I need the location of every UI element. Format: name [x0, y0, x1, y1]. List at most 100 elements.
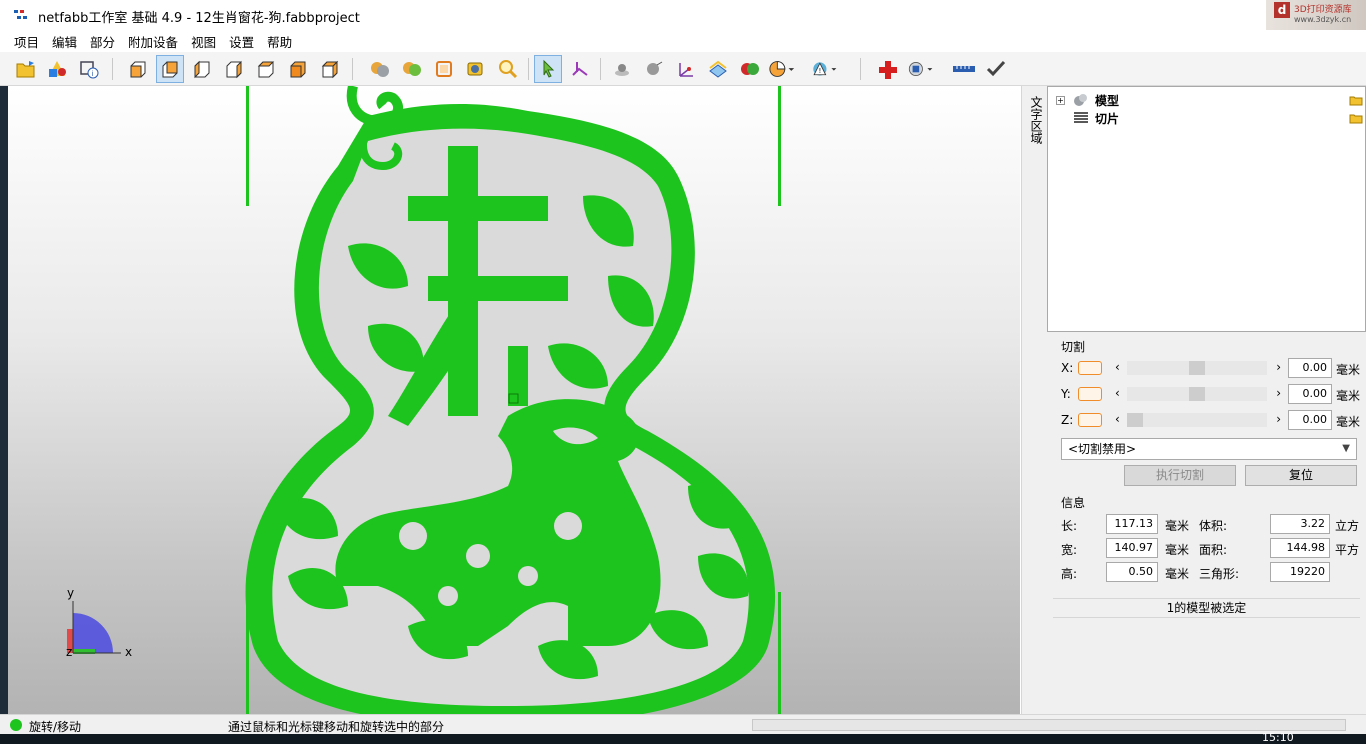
measure-point-icon[interactable] [608, 55, 636, 83]
cut-x-slider[interactable]: ‹ › [1111, 359, 1281, 377]
watermark-logo: d 3D打印资源库 www.3dzyk.cn [1266, 0, 1366, 30]
tree-expand-icon[interactable]: + [1056, 95, 1065, 105]
height-label: 高: [1061, 567, 1078, 581]
length-value: 117.13 [1106, 514, 1158, 534]
zoom-icon[interactable] [494, 55, 522, 83]
3d-viewport[interactable]: y x z [8, 86, 1020, 714]
screenshot-icon[interactable] [462, 55, 490, 83]
cut-y-color[interactable] [1078, 387, 1102, 401]
boolean-icon[interactable] [736, 55, 764, 83]
add-part-icon[interactable] [43, 55, 71, 83]
folder-open-icon[interactable] [1349, 94, 1363, 106]
taskbar-clock: 15:10 [1262, 731, 1294, 744]
selection-status: 1的模型被选定 [1053, 598, 1360, 618]
watermark-url: www.3dzyk.cn [1294, 15, 1352, 24]
menu-bar: 项目 编辑 部分 附加设备 视图 设置 帮助 [0, 30, 1366, 52]
toolbar: i ! [0, 52, 1366, 86]
cut-z-color[interactable] [1078, 413, 1102, 427]
cut-y-slider[interactable]: ‹ › [1111, 385, 1281, 403]
paper-cut-dog-model[interactable] [8, 86, 1020, 714]
menu-edit[interactable]: 编辑 [52, 32, 77, 51]
cut-y-label: Y: [1061, 387, 1071, 401]
view-top-icon[interactable] [252, 55, 280, 83]
warning-icon[interactable]: ! [810, 55, 838, 83]
texture-icon[interactable] [398, 55, 426, 83]
properties-panel: 切割 X: ‹ › 0.00 毫米 Y: ‹ › 0.00 毫米 Z: ‹ › 0.0… [1047, 332, 1366, 714]
height-unit: 毫米 [1165, 567, 1190, 581]
cut-mode-select[interactable]: <切割禁用> ▼ [1061, 438, 1357, 460]
cut-section-title: 切割 [1061, 340, 1086, 354]
axis-y-label: y [67, 586, 75, 600]
area-unit: 平方 [1335, 543, 1360, 557]
view-back-icon[interactable] [156, 55, 184, 83]
side-tab[interactable]: 文字区域 [1021, 86, 1047, 714]
axis-x-label: x [125, 645, 133, 659]
measure-sphere-icon[interactable] [640, 55, 668, 83]
menu-view[interactable]: 视图 [191, 32, 216, 51]
length-label: 长: [1061, 519, 1078, 533]
svg-text:!: ! [819, 67, 822, 75]
menu-extras[interactable]: 附加设备 [128, 32, 178, 51]
side-tab-label: 文字区域 [1029, 96, 1043, 144]
watermark-letter: d [1274, 2, 1290, 18]
chevron-down-icon: ▼ [1342, 443, 1350, 454]
cut-x-color[interactable] [1078, 361, 1102, 375]
select-cursor-icon[interactable] [534, 55, 562, 83]
watermark-text: 3D打印资源库 [1294, 5, 1352, 15]
check-icon[interactable] [982, 55, 1010, 83]
view-front-icon[interactable] [124, 55, 152, 83]
windows-taskbar: 15:10 [0, 731, 1366, 744]
axes-icon[interactable] [672, 55, 700, 83]
slice-icon[interactable] [704, 55, 732, 83]
width-value: 140.97 [1106, 538, 1158, 558]
area-value: 144.98 [1270, 538, 1330, 558]
cut-z-input[interactable]: 0.00 [1288, 410, 1332, 430]
pie-chart-icon[interactable] [768, 55, 796, 83]
ruler-icon[interactable] [950, 55, 978, 83]
slice-list-icon [1074, 112, 1088, 123]
cut-z-slider[interactable]: ‹ › [1111, 411, 1281, 429]
shade-icon[interactable] [366, 55, 394, 83]
part-info-icon[interactable]: i [75, 55, 103, 83]
volume-value: 3.22 [1270, 514, 1330, 534]
width-label: 宽: [1061, 543, 1078, 557]
tree-item-model[interactable]: + 模型 [1056, 92, 1119, 108]
reset-button[interactable]: 复位 [1245, 465, 1357, 486]
left-edge-strip [0, 86, 8, 714]
window-title: netfabb工作室 基础 4.9 - 12生肖窗花-狗.fabbproject [38, 11, 360, 26]
volume-unit: 立方 [1335, 519, 1360, 533]
repair-cross-icon[interactable] [874, 55, 902, 83]
cut-y-input[interactable]: 0.00 [1288, 384, 1332, 404]
netfabb-logo-icon [14, 10, 27, 19]
wireframe-icon[interactable] [430, 55, 458, 83]
status-hint: 通过鼠标和光标键移动和旋转选中的部分 [228, 720, 445, 734]
title-bar: netfabb工作室 基础 4.9 - 12生肖窗花-狗.fabbproject… [0, 0, 1366, 30]
model-node-icon [1074, 94, 1087, 106]
menu-settings[interactable]: 设置 [229, 32, 254, 51]
width-unit: 毫米 [1165, 543, 1190, 557]
view-bottom-icon[interactable] [284, 55, 312, 83]
cut-mode-value: <切割禁用> [1068, 442, 1137, 456]
cut-x-unit: 毫米 [1336, 363, 1361, 377]
tree-item-label: 切片 [1095, 111, 1120, 126]
move-rotate-icon[interactable] [566, 55, 594, 83]
cut-x-input[interactable]: 0.00 [1288, 358, 1332, 378]
open-project-icon[interactable] [12, 55, 40, 83]
tree-item-slices[interactable]: 切片 [1056, 110, 1119, 126]
info-section-title: 信息 [1061, 496, 1086, 510]
menu-part[interactable]: 部分 [90, 32, 115, 51]
view-left-icon[interactable] [188, 55, 216, 83]
view-iso-icon[interactable] [316, 55, 344, 83]
menu-project[interactable]: 项目 [14, 32, 39, 51]
menu-help[interactable]: 帮助 [267, 32, 292, 51]
tree-item-label: 模型 [1095, 93, 1120, 108]
analyse-icon[interactable] [906, 55, 934, 83]
triangles-value: 19220 [1270, 562, 1330, 582]
length-unit: 毫米 [1165, 519, 1190, 533]
folder-open-icon[interactable] [1349, 112, 1363, 124]
execute-cut-button[interactable]: 执行切割 [1124, 465, 1236, 486]
view-right-icon[interactable] [220, 55, 248, 83]
status-mode: 旋转/移动 [29, 720, 82, 734]
cut-z-label: Z: [1061, 413, 1074, 427]
height-value: 0.50 [1106, 562, 1158, 582]
